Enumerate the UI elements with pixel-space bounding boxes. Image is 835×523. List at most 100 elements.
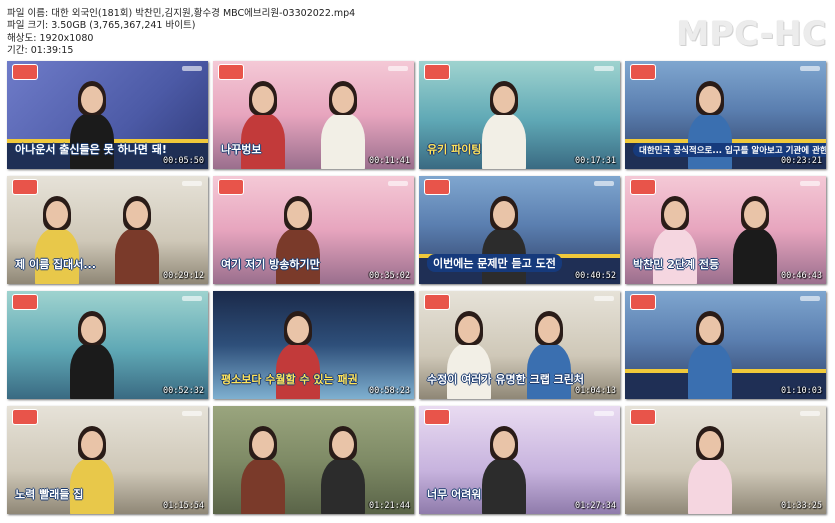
- person-figure: [688, 113, 732, 169]
- timestamp-label: 00:40:52: [575, 271, 616, 281]
- subtitle-caption: 너무 어려워: [427, 488, 482, 501]
- channel-watermark: [800, 296, 820, 301]
- person-head: [287, 201, 309, 228]
- timestamp-label: 00:52:32: [163, 386, 204, 396]
- subtitle-caption: 수정이 여러가 유명한 크랩 크린처: [427, 373, 584, 386]
- timestamp-label: 00:35:02: [369, 271, 410, 281]
- person-head: [664, 201, 686, 228]
- person-figure: [321, 113, 365, 169]
- channel-watermark: [594, 66, 614, 71]
- person-figure: [321, 458, 365, 514]
- subtitle-caption: 이번에는 문제만 듣고 도전: [427, 254, 562, 272]
- file-size-line: 파일 크기: 3.50GB (3,765,367,241 바이트): [7, 20, 196, 32]
- video-thumbnail: 나꾸벙보 00:11:41: [213, 61, 414, 169]
- video-thumbnail: 01:10:03: [625, 291, 826, 399]
- timestamp-label: 00:11:41: [369, 156, 410, 166]
- show-logo-badge: [12, 179, 38, 195]
- person-head: [699, 316, 721, 343]
- video-thumbnail: 평소보다 수월할 수 있는 패권 00:58:23: [213, 291, 414, 399]
- show-logo-badge: [630, 409, 656, 425]
- show-logo-badge: [424, 294, 450, 310]
- channel-watermark: [182, 296, 202, 301]
- timestamp-label: 00:46:43: [781, 271, 822, 281]
- subtitle-caption: 아나운서 출신들은 못 하나면 돼!: [15, 143, 167, 156]
- channel-watermark: [800, 181, 820, 186]
- person-head: [699, 431, 721, 458]
- video-thumbnail: 대한민국 공식적으로... 입구를 알아보고 기관에 관한 문제 00:23:21: [625, 61, 826, 169]
- thumbnail-grid: 아나운서 출신들은 못 하나면 돼! 00:05:50 나꾸벙보 00:11:41 유키…: [7, 61, 833, 521]
- subtitle-caption: 여기 저기 방송하기만: [221, 258, 320, 271]
- channel-watermark: [388, 66, 408, 71]
- person-head: [699, 86, 721, 113]
- video-thumbnail: 너무 어려워 01:27:34: [419, 406, 620, 514]
- person-head: [332, 86, 354, 113]
- video-thumbnail: 박찬민 2단계 전등 00:46:43: [625, 176, 826, 284]
- subtitle-caption: 대한민국 공식적으로... 입구를 알아보고 기관에 관한 문제: [633, 143, 826, 157]
- subtitle-caption: 유키 파이팅: [427, 143, 482, 156]
- person-head: [252, 431, 274, 458]
- person-head: [287, 316, 309, 343]
- show-logo-badge: [424, 64, 450, 80]
- timestamp-label: 01:27:34: [575, 501, 616, 511]
- show-logo-badge: [12, 64, 38, 80]
- person-head: [46, 201, 68, 228]
- person-figure: [482, 113, 526, 169]
- file-info-panel: 파일 이름: 대한 외국인(181회) 박찬민,김지원,황수경 MBC에브리원-…: [7, 8, 355, 57]
- show-logo-badge: [218, 179, 244, 195]
- person-figure: [482, 458, 526, 514]
- video-thumbnail: 여기 저기 방송하기만 00:35:02: [213, 176, 414, 284]
- channel-watermark: [594, 181, 614, 186]
- video-thumbnail: 유키 파이팅 00:17:31: [419, 61, 620, 169]
- timestamp-label: 01:10:03: [781, 386, 822, 396]
- person-head: [744, 201, 766, 228]
- channel-watermark: [182, 411, 202, 416]
- subtitle-caption: 노력 빨래들 집: [15, 488, 84, 501]
- timestamp-label: 00:05:50: [163, 156, 204, 166]
- person-head: [81, 86, 103, 113]
- person-head: [81, 316, 103, 343]
- person-head: [458, 316, 480, 343]
- video-thumbnail: 아나운서 출신들은 못 하나면 돼! 00:05:50: [7, 61, 208, 169]
- show-logo-badge: [424, 409, 450, 425]
- person-figure: [688, 343, 732, 399]
- timestamp-label: 01:33:25: [781, 501, 822, 511]
- show-logo-badge: [630, 294, 656, 310]
- resolution-line: 해상도: 1920x1080: [7, 32, 94, 44]
- person-head: [493, 431, 515, 458]
- video-thumbnail: 수정이 여러가 유명한 크랩 크린처 01:04:13: [419, 291, 620, 399]
- channel-watermark: [388, 181, 408, 186]
- show-logo-badge: [12, 294, 38, 310]
- channel-watermark: [800, 66, 820, 71]
- subtitle-caption: 박찬민 2단계 전등: [633, 258, 720, 271]
- person-figure: [688, 458, 732, 514]
- person-head: [81, 431, 103, 458]
- person-head: [493, 201, 515, 228]
- person-head: [332, 431, 354, 458]
- video-thumbnail: 00:52:32: [7, 291, 208, 399]
- person-figure: [241, 458, 285, 514]
- channel-watermark: [182, 66, 202, 71]
- video-thumbnail: 01:33:25: [625, 406, 826, 514]
- subtitle-caption: 나꾸벙보: [221, 143, 262, 156]
- timestamp-label: 00:17:31: [575, 156, 616, 166]
- timestamp-label: 01:15:54: [163, 501, 204, 511]
- channel-watermark: [594, 411, 614, 416]
- person-figure: [70, 343, 114, 399]
- show-logo-badge: [218, 64, 244, 80]
- channel-watermark: [800, 411, 820, 416]
- subtitle-caption: 평소보다 수월할 수 있는 패권: [221, 373, 358, 386]
- person-head: [493, 86, 515, 113]
- channel-watermark: [182, 181, 202, 186]
- subtitle-caption: 제 이름 집대서...: [15, 258, 96, 271]
- duration-line: 기간: 01:39:15: [7, 44, 74, 56]
- show-logo-badge: [630, 64, 656, 80]
- mpc-hc-logo: MPC-HC: [676, 14, 827, 53]
- timestamp-label: 00:23:21: [781, 156, 822, 166]
- channel-watermark: [594, 296, 614, 301]
- timestamp-label: 00:58:23: [369, 386, 410, 396]
- show-logo-badge: [630, 179, 656, 195]
- timestamp-label: 01:21:44: [369, 501, 410, 511]
- show-logo-badge: [12, 409, 38, 425]
- timestamp-label: 00:29:12: [163, 271, 204, 281]
- video-thumbnail: 01:21:44: [213, 406, 414, 514]
